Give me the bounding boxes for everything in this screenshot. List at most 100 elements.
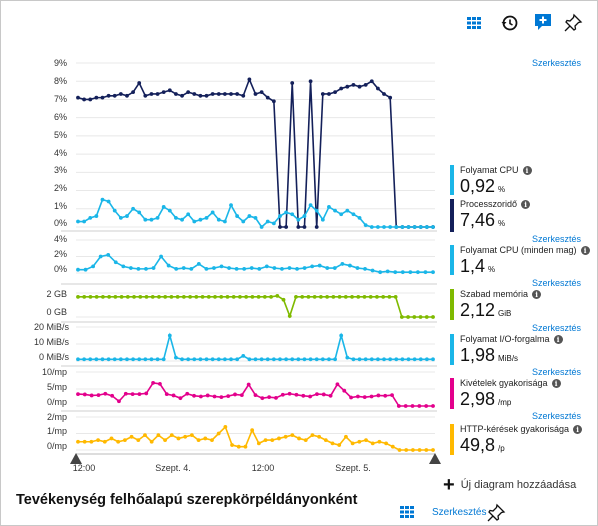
metric-free-memory[interactable]: Szabad memória i 2,12 GiB	[450, 289, 592, 320]
data-point	[296, 357, 301, 362]
data-point	[284, 357, 289, 362]
data-point	[412, 225, 417, 229]
data-point	[82, 439, 87, 444]
data-point	[76, 357, 80, 362]
data-point	[256, 441, 261, 446]
data-point	[357, 84, 362, 89]
data-point	[163, 294, 168, 299]
data-point	[210, 92, 215, 96]
data-point	[308, 394, 313, 399]
info-icon[interactable]: i	[573, 425, 583, 434]
data-point	[247, 357, 252, 362]
data-point	[345, 355, 350, 360]
data-point	[151, 380, 155, 385]
data-point	[137, 357, 142, 362]
info-icon[interactable]: i	[553, 335, 563, 344]
data-point	[290, 357, 295, 362]
data-point	[149, 217, 154, 222]
info-icon[interactable]: i	[580, 246, 590, 255]
data-point	[102, 439, 107, 444]
data-point	[112, 208, 117, 213]
data-point	[431, 404, 435, 408]
data-point	[137, 210, 142, 215]
data-point	[198, 357, 203, 362]
data-point	[185, 391, 190, 396]
data-point	[333, 90, 337, 95]
metric-color-bar	[450, 334, 454, 365]
data-point	[222, 357, 227, 362]
info-icon[interactable]: i	[532, 290, 542, 299]
data-point	[417, 448, 422, 452]
data-point	[357, 215, 362, 220]
add-chart-button[interactable]: + Új diagram hozzáadása	[443, 474, 576, 497]
metric-value: 1,4	[460, 256, 486, 276]
data-point	[388, 357, 393, 362]
data-point	[394, 357, 399, 362]
data-point	[247, 77, 252, 82]
info-icon[interactable]: i	[551, 379, 561, 388]
metric-processor-time[interactable]: Processzoridő i 7,46%	[450, 199, 592, 232]
data-point	[388, 225, 393, 229]
data-point	[363, 266, 367, 271]
chart-4	[76, 371, 435, 408]
data-point	[144, 266, 148, 271]
data-point	[128, 266, 133, 270]
metric-exception-rate[interactable]: Kivételek gyakorisága i 2,98/mp	[450, 378, 592, 409]
data-point	[343, 294, 348, 299]
data-point	[123, 391, 128, 396]
data-point	[250, 294, 255, 299]
data-point	[278, 214, 282, 218]
data-point	[76, 439, 80, 444]
data-point	[196, 262, 201, 266]
data-point	[287, 314, 292, 318]
data-point	[144, 294, 149, 299]
data-point	[411, 448, 415, 452]
metric-process-cpu[interactable]: Folyamat CPU i 0,92%	[450, 165, 592, 196]
data-point	[143, 217, 148, 222]
data-point	[404, 448, 409, 452]
metric-name: Folyamat CPU	[460, 165, 519, 175]
data-point	[376, 393, 381, 398]
data-point	[143, 357, 148, 362]
grid-icon[interactable]	[397, 502, 417, 522]
data-point	[150, 294, 155, 299]
data-point	[225, 294, 230, 299]
info-icon[interactable]: i	[521, 200, 531, 209]
data-point	[327, 205, 331, 209]
data-point	[259, 357, 264, 362]
data-point	[431, 225, 435, 229]
data-point	[76, 95, 80, 100]
data-point	[385, 269, 390, 274]
data-point	[271, 99, 276, 104]
data-point	[312, 294, 317, 299]
data-point	[356, 394, 360, 399]
metric-http-request-rate[interactable]: HTTP-kérések gyakorisága i 49,8/p	[450, 424, 592, 455]
metric-value: 2,12	[460, 300, 496, 320]
data-point	[388, 95, 393, 100]
data-point	[355, 266, 360, 270]
data-point	[377, 439, 382, 444]
data-point	[253, 393, 258, 398]
data-point	[243, 444, 248, 449]
info-icon[interactable]: i	[522, 166, 532, 175]
metric-unit: /p	[498, 444, 505, 453]
data-point	[192, 393, 196, 398]
data-point	[337, 294, 342, 299]
data-point	[167, 88, 172, 93]
data-point	[431, 315, 435, 319]
metric-process-cpu-all-cores[interactable]: Folyamat CPU (minden mag) i 1,4%	[450, 245, 592, 276]
data-point	[397, 448, 402, 452]
data-point	[194, 294, 199, 299]
data-point	[198, 217, 203, 222]
footer-edit-link[interactable]: Szerkesztés	[432, 507, 486, 518]
metric-process-io[interactable]: Folyamat I/O-forgalma i 1,98 MiB/s	[450, 334, 592, 365]
data-point	[300, 294, 305, 299]
data-point	[175, 294, 180, 299]
data-point	[303, 438, 308, 442]
data-point	[157, 294, 161, 299]
data-point	[96, 438, 100, 442]
time-range-end-handle[interactable]	[429, 453, 441, 464]
metric-unit: GiB	[498, 309, 512, 318]
data-point	[357, 357, 362, 362]
pin-icon[interactable]	[486, 503, 506, 523]
